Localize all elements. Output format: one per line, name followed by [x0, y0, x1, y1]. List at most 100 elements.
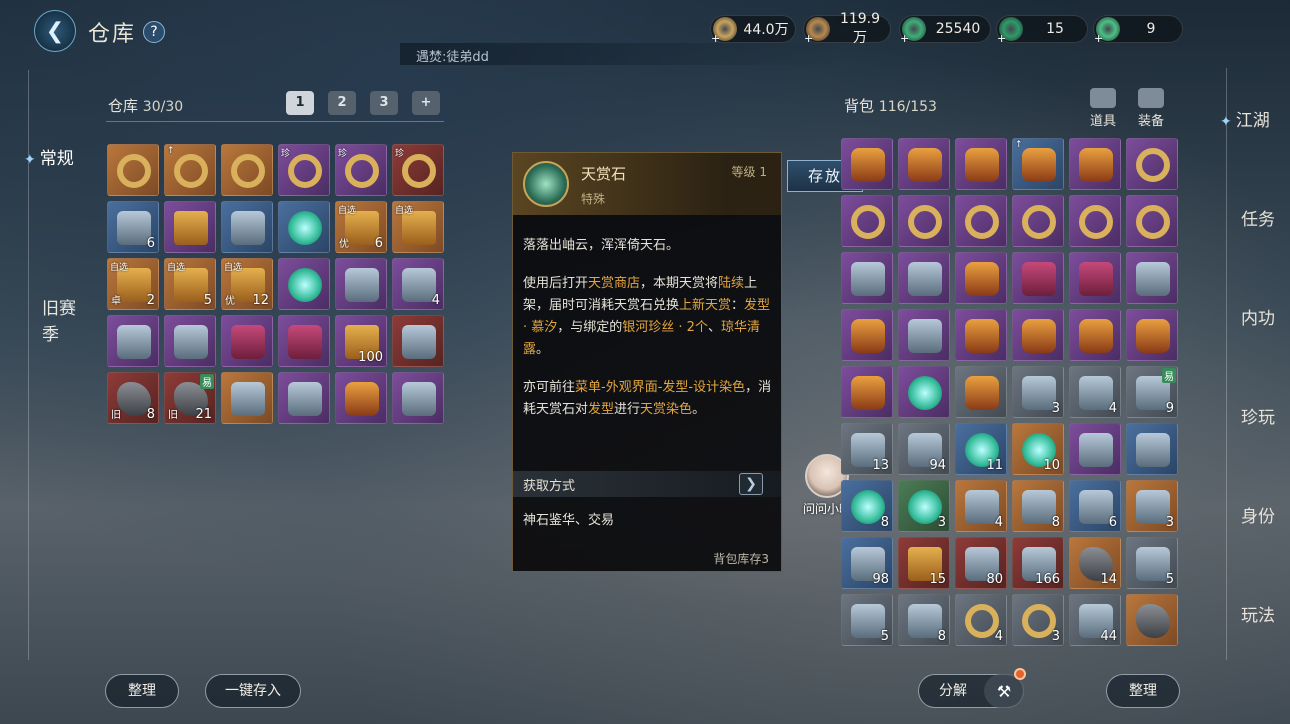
backpack-slot[interactable]	[1012, 309, 1064, 361]
backpack-slot[interactable]	[1069, 252, 1121, 304]
backpack-slot[interactable]: 3	[1012, 594, 1064, 646]
warehouse-slot[interactable]	[221, 201, 273, 253]
backpack-slot[interactable]	[1069, 195, 1121, 247]
warehouse-slot[interactable]	[221, 372, 273, 424]
backpack-slot[interactable]: 8	[898, 594, 950, 646]
backpack-slot[interactable]: 166	[1012, 537, 1064, 589]
scroll-currency[interactable]: 44.0万	[710, 15, 796, 45]
warehouse-slot[interactable]	[335, 258, 387, 310]
warehouse-slot[interactable]	[107, 144, 159, 196]
warehouse-slot[interactable]	[392, 372, 444, 424]
warehouse-slot[interactable]: 4	[392, 258, 444, 310]
backpack-slot[interactable]	[841, 252, 893, 304]
warehouse-slot[interactable]	[278, 258, 330, 310]
backpack-slot[interactable]	[898, 366, 950, 418]
warehouse-page-tab-1[interactable]: 1	[286, 91, 314, 115]
warehouse-slot[interactable]	[107, 315, 159, 367]
backpack-slot[interactable]	[1012, 195, 1064, 247]
help-icon[interactable]: ?	[143, 21, 165, 43]
warehouse-slot[interactable]	[335, 372, 387, 424]
backpack-slot[interactable]	[898, 195, 950, 247]
backpack-slot[interactable]: 3	[1126, 480, 1178, 532]
warehouse-slot[interactable]	[164, 201, 216, 253]
category-items-button[interactable]: 道具	[1086, 88, 1120, 129]
nav-tab-inner-skills[interactable]: 内功	[1241, 304, 1275, 329]
deposit-all-button[interactable]: 一键存入	[205, 674, 301, 708]
backpack-slot[interactable]: 4	[955, 480, 1007, 532]
warehouse-slot[interactable]: 自选优 6	[335, 201, 387, 253]
backpack-slot[interactable]: 8	[841, 480, 893, 532]
backpack-slot[interactable]: 10	[1012, 423, 1064, 475]
add-page-icon[interactable]: +	[412, 91, 440, 115]
back-button[interactable]: ❮	[34, 10, 76, 52]
backpack-slot[interactable]: 11	[955, 423, 1007, 475]
warehouse-slot[interactable]	[221, 144, 273, 196]
coin-currency[interactable]: 119.9万	[803, 11, 891, 46]
backpack-slot[interactable]	[841, 138, 893, 190]
backpack-slot[interactable]: 3	[898, 480, 950, 532]
backpack-slot[interactable]	[1126, 423, 1178, 475]
warehouse-slot[interactable]	[278, 372, 330, 424]
backpack-slot[interactable]	[1126, 594, 1178, 646]
backpack-slot[interactable]	[1069, 423, 1121, 475]
source-expand-button[interactable]: ❯	[739, 473, 763, 495]
backpack-slot[interactable]: 8	[1012, 480, 1064, 532]
warehouse-page-tab-3[interactable]: 3	[370, 91, 398, 115]
warehouse-slot[interactable]: 自选 5	[164, 258, 216, 310]
nav-tab-quests[interactable]: 任务	[1241, 205, 1275, 230]
backpack-slot[interactable]	[1126, 138, 1178, 190]
warehouse-slot[interactable]	[278, 315, 330, 367]
backpack-slot[interactable]: 5	[841, 594, 893, 646]
warehouse-slot[interactable]	[221, 315, 273, 367]
backpack-slot[interactable]: 13	[841, 423, 893, 475]
backpack-slot[interactable]	[955, 138, 1007, 190]
warehouse-slot[interactable]: 自选	[392, 201, 444, 253]
nav-tab-treasures[interactable]: 珍玩	[1241, 403, 1275, 428]
warehouse-slot[interactable]: 珍	[278, 144, 330, 196]
nav-tab-identity[interactable]: 身份	[1241, 502, 1275, 527]
nav-tab-regular[interactable]: ✦ 常规	[24, 144, 94, 169]
backpack-slot[interactable]: 4	[1069, 366, 1121, 418]
warehouse-slot[interactable]: 旧8	[107, 372, 159, 424]
backpack-slot[interactable]: 6	[1069, 480, 1121, 532]
backpack-slot[interactable]	[898, 138, 950, 190]
warehouse-slot[interactable]	[164, 315, 216, 367]
warehouse-slot[interactable]	[392, 315, 444, 367]
backpack-slot[interactable]	[955, 309, 1007, 361]
warehouse-slot[interactable]: 100	[335, 315, 387, 367]
backpack-slot[interactable]: 44	[1069, 594, 1121, 646]
backpack-slot[interactable]: 易9	[1126, 366, 1178, 418]
backpack-slot[interactable]	[1126, 252, 1178, 304]
backpack-slot[interactable]: 94	[898, 423, 950, 475]
backpack-slot[interactable]: 98	[841, 537, 893, 589]
nav-tab-gameplay[interactable]: 玩法	[1241, 601, 1275, 626]
backpack-slot[interactable]	[841, 366, 893, 418]
backpack-slot[interactable]	[1069, 138, 1121, 190]
green-coin-currency[interactable]: 9	[1093, 15, 1183, 45]
backpack-slot[interactable]	[955, 366, 1007, 418]
warehouse-page-tab-2[interactable]: 2	[328, 91, 356, 115]
warehouse-slot[interactable]: 自选优 12	[221, 258, 273, 310]
backpack-slot[interactable]	[898, 252, 950, 304]
backpack-slot[interactable]: 15	[898, 537, 950, 589]
warehouse-slot[interactable]: 珍	[335, 144, 387, 196]
backpack-slot[interactable]: ↑	[1012, 138, 1064, 190]
category-equipment-button[interactable]: 装备	[1134, 88, 1168, 129]
backpack-slot[interactable]	[1069, 309, 1121, 361]
backpack-slot[interactable]	[955, 252, 1007, 304]
backpack-slot[interactable]	[1012, 252, 1064, 304]
backpack-slot[interactable]	[1126, 309, 1178, 361]
warehouse-slot[interactable]: 6	[107, 201, 159, 253]
warehouse-slot[interactable]: 自选卓 2	[107, 258, 159, 310]
backpack-slot[interactable]: 4	[955, 594, 1007, 646]
warehouse-slot[interactable]: 旧 易 21	[164, 372, 216, 424]
warehouse-slot[interactable]	[278, 201, 330, 253]
backpack-slot[interactable]	[841, 195, 893, 247]
backpack-slot[interactable]: 3	[1012, 366, 1064, 418]
nav-tab-old-season[interactable]: 旧赛	[42, 294, 112, 319]
backpack-slot[interactable]: 5	[1126, 537, 1178, 589]
backpack-slot[interactable]	[898, 309, 950, 361]
nav-tab-jianghu[interactable]: ✦ 江湖	[1220, 106, 1270, 131]
sort-warehouse-button[interactable]: 整理	[105, 674, 179, 708]
warehouse-slot[interactable]: 珍	[392, 144, 444, 196]
